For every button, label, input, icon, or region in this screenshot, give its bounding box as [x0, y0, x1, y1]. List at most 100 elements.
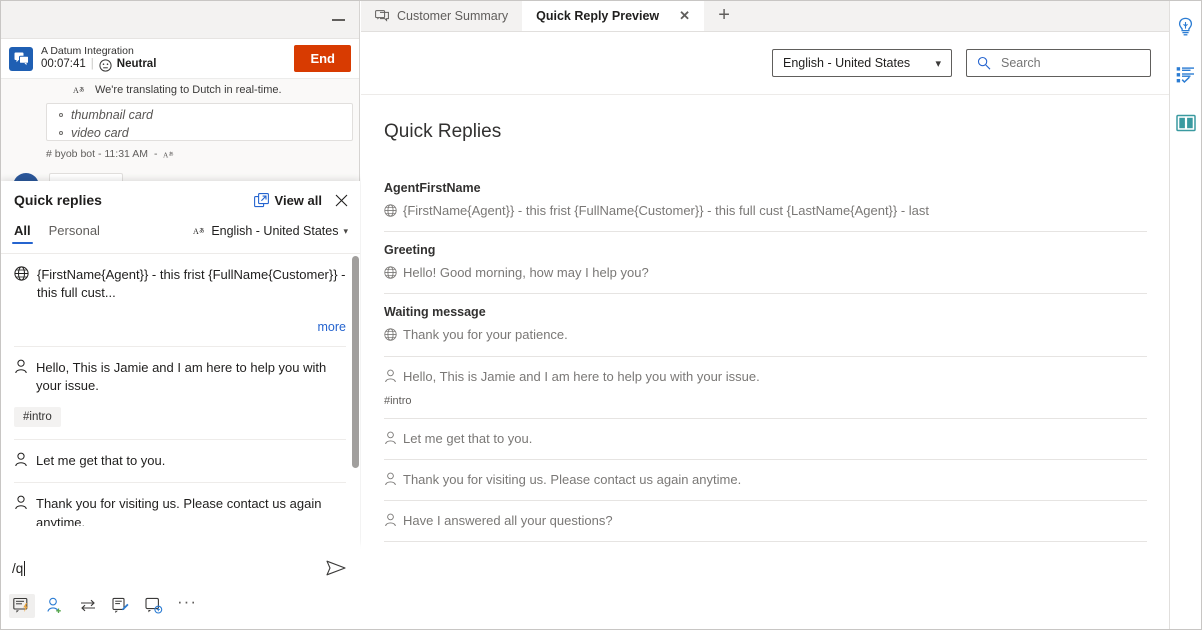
quick-reply-text: Let me get that to you.: [36, 452, 165, 470]
message-input[interactable]: /q: [12, 561, 326, 576]
search-box[interactable]: [966, 49, 1151, 77]
search-input[interactable]: [999, 55, 1140, 71]
chevron-down-icon: ▾: [343, 226, 348, 237]
sentiment-label: Neutral: [117, 58, 157, 71]
globe-icon: [14, 266, 29, 281]
tab-quick-reply-preview[interactable]: Quick Reply Preview ✕: [522, 0, 704, 31]
conversation-meta: A Datum Integration 00:07:41 | Neutral: [41, 45, 294, 71]
entry-text: Thank you for your patience.: [403, 326, 568, 344]
quick-replies-list[interactable]: {FirstName{Agent}} - this frist {FullNam…: [1, 254, 360, 526]
list-item[interactable]: Waiting message Thank you for your patie…: [384, 293, 1147, 355]
tab-strip: Customer Summary Quick Reply Preview ✕ +: [361, 1, 1169, 32]
list-item[interactable]: Hello, This is Jamie and I am here to he…: [384, 356, 1147, 418]
status-separator: |: [91, 58, 94, 71]
entry-label: Greeting: [384, 243, 1147, 257]
person-icon: [14, 495, 28, 510]
more-link[interactable]: more: [14, 320, 346, 334]
tab-personal[interactable]: Personal: [49, 223, 100, 244]
quick-replies-title: Quick replies: [14, 192, 254, 208]
composer-input-row[interactable]: /q: [1, 546, 360, 590]
minimize-button[interactable]: [317, 5, 359, 35]
translate-icon: Aぁ: [163, 149, 175, 160]
svg-text:ぁ: ぁ: [79, 86, 86, 93]
card-item-label: thumbnail card: [71, 108, 153, 122]
more-options-icon[interactable]: ···: [174, 590, 200, 621]
notes-icon[interactable]: [108, 594, 134, 618]
end-conversation-button[interactable]: End: [294, 45, 351, 72]
person-icon: [14, 359, 28, 374]
list-item[interactable]: Hello, This is Jamie and I am here to he…: [14, 347, 346, 440]
language-picker[interactable]: Aぁ English - United States ▾: [193, 224, 348, 242]
message-meta: # byob bot - 11:31 AM - Aぁ: [46, 148, 175, 160]
transfer-icon[interactable]: [75, 594, 101, 618]
message-composer: /q ·: [1, 546, 360, 629]
translate-icon: Aぁ: [193, 225, 206, 237]
quick-replies-list-wrapper: {FirstName{Agent}} - this frist {FullNam…: [1, 253, 360, 526]
quick-replies-scrollbar[interactable]: [352, 256, 359, 524]
conversation-icon: [375, 10, 389, 22]
search-icon: [977, 56, 991, 70]
entry-text: {FirstName{Agent}} - this frist {FullNam…: [403, 202, 929, 220]
list-item[interactable]: Greeting Hello! Good morning, how may I …: [384, 231, 1147, 293]
entry-text: Thank you for visiting us. Please contac…: [403, 471, 741, 489]
close-icon[interactable]: ✕: [679, 8, 690, 24]
tab-customer-summary[interactable]: Customer Summary: [361, 0, 522, 31]
list-item[interactable]: Let me get that to you.: [384, 418, 1147, 459]
add-agent-icon[interactable]: [42, 594, 68, 618]
conversation-panel: A Datum Integration 00:07:41 | Neutral E…: [1, 1, 360, 629]
conversation-status: 00:07:41 | Neutral: [41, 58, 294, 71]
person-icon: [14, 452, 28, 467]
bot-name-timestamp: # byob bot - 11:31 AM: [46, 148, 148, 160]
translation-banner-text: We're translating to Dutch in real-time.: [95, 84, 282, 96]
tab-all[interactable]: All: [14, 223, 31, 244]
svg-text:ぁ: ぁ: [199, 227, 206, 234]
card-item-label: video card: [71, 126, 129, 140]
person-icon: [384, 512, 397, 527]
knowledge-book-icon[interactable]: [1172, 109, 1200, 137]
open-in-new-icon: [254, 193, 269, 208]
translate-icon: Aぁ: [73, 84, 86, 96]
list-item[interactable]: Thank you for visiting us. Please contac…: [384, 459, 1147, 500]
chat-app-icon: [9, 47, 33, 71]
quick-reply-text: Thank you for visiting us. Please contac…: [36, 495, 346, 526]
preview-body: Quick Replies AgentFirstName {FirstName{…: [361, 94, 1169, 629]
linked-conversation-icon[interactable]: [141, 594, 167, 618]
minimize-icon: [332, 19, 345, 21]
insights-lightbulb-icon[interactable]: [1172, 13, 1200, 41]
quick-reply-text: {FirstName{Agent}} - this frist {FullNam…: [37, 266, 346, 303]
entry-text: Have I answered all your questions?: [403, 512, 613, 530]
list-item[interactable]: Let me get that to you.: [14, 440, 346, 483]
person-icon: [384, 430, 397, 445]
list-item[interactable]: Thank you for visiting us. Please contac…: [14, 483, 346, 526]
preview-panel: Customer Summary Quick Reply Preview ✕ +…: [361, 1, 1169, 629]
globe-icon: [384, 326, 397, 341]
list-item[interactable]: {FirstName{Agent}} - this frist {FullNam…: [14, 254, 346, 347]
view-all-button[interactable]: View all: [254, 193, 322, 208]
conversation-header: A Datum Integration 00:07:41 | Neutral E…: [1, 39, 359, 79]
language-select[interactable]: English - United States ▾: [772, 49, 952, 77]
quick-replies-preview-list: AgentFirstName {FirstName{Agent}} - this…: [384, 143, 1147, 543]
close-icon[interactable]: [322, 194, 348, 207]
quick-replies-header: Quick replies View all: [1, 181, 360, 219]
quick-replies-popover: Quick replies View all All Personal Aぁ: [1, 181, 360, 546]
quick-replies-tabs: All Personal Aぁ English - United States …: [1, 219, 360, 247]
preview-toolbar: English - United States ▾: [361, 32, 1169, 94]
quick-reply-text: Hello, This is Jamie and I am here to he…: [36, 359, 346, 396]
text-caret: [24, 561, 25, 576]
send-icon[interactable]: [326, 559, 346, 577]
quick-replies-icon[interactable]: [9, 594, 35, 618]
list-item[interactable]: AgentFirstName {FirstName{Agent}} - this…: [384, 155, 1147, 231]
agent-scripts-checklist-icon[interactable]: [1172, 61, 1200, 89]
list-item: thumbnail card: [59, 106, 352, 124]
person-icon: [384, 368, 397, 383]
entry-text: Hello, This is Jamie and I am here to he…: [403, 368, 760, 386]
neutral-face-icon: [99, 59, 112, 72]
list-item: video card: [59, 124, 352, 142]
add-tab-button[interactable]: +: [704, 0, 744, 31]
globe-icon: [384, 202, 397, 217]
composer-toolbar: ···: [1, 590, 360, 621]
tab-label: Quick Reply Preview: [536, 9, 659, 23]
tab-label: Customer Summary: [397, 9, 508, 23]
scrollbar-thumb[interactable]: [352, 256, 359, 468]
list-item[interactable]: Have I answered all your questions?: [384, 500, 1147, 541]
